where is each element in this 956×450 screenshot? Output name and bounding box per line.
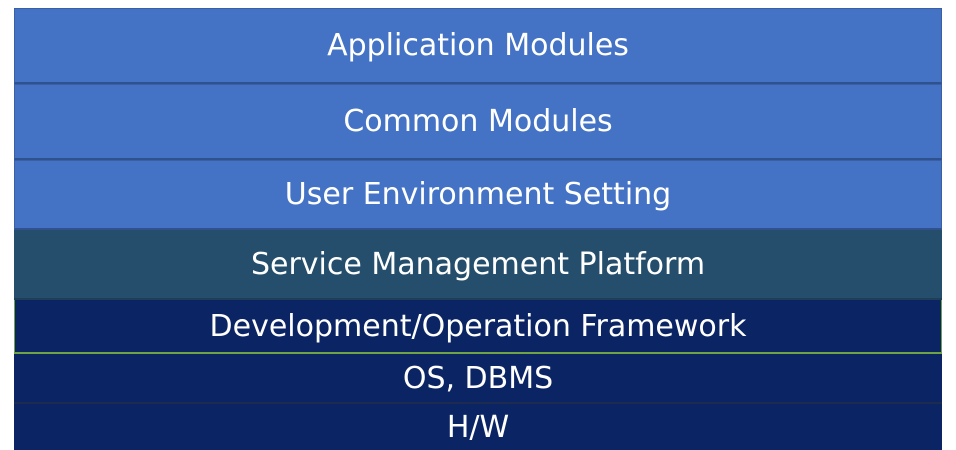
layer-label: Development/Operation Framework	[209, 308, 747, 344]
layer-label: Common Modules	[343, 104, 613, 139]
layer-service-management-platform: Service Management Platform	[14, 230, 942, 300]
layer-user-environment-setting: User Environment Setting	[14, 160, 942, 230]
architecture-layer-stack: Application Modules Common Modules User …	[14, 8, 942, 450]
layer-hardware: H/W	[14, 404, 942, 450]
layer-label: OS, DBMS	[402, 360, 554, 396]
layer-label: Application Modules	[327, 28, 629, 63]
layer-common-modules: Common Modules	[14, 84, 942, 160]
layer-label: User Environment Setting	[284, 177, 672, 212]
layer-development-operation-framework: Development/Operation Framework	[14, 300, 942, 354]
layer-os-dbms: OS, DBMS	[14, 354, 942, 404]
layer-application-modules: Application Modules	[14, 8, 942, 84]
layer-label: Service Management Platform	[250, 246, 706, 282]
layer-label: H/W	[446, 409, 510, 445]
